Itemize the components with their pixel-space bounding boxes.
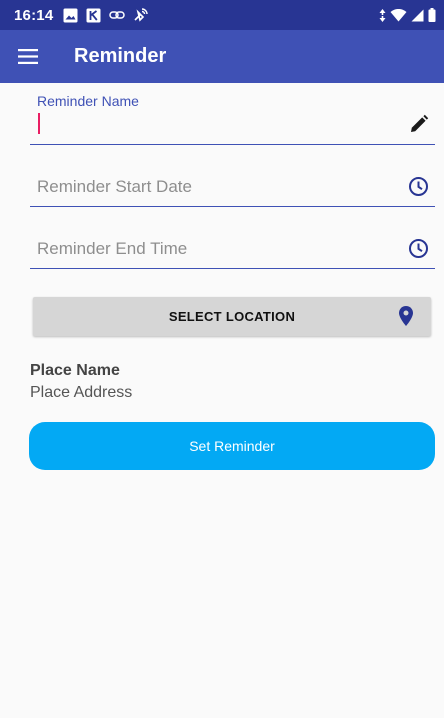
data-arrows-icon xyxy=(379,8,386,22)
satellite-icon xyxy=(133,7,149,23)
wifi-icon xyxy=(390,8,407,22)
clock-icon[interactable] xyxy=(408,176,429,197)
link-icon xyxy=(109,9,126,21)
set-reminder-button[interactable]: Set Reminder xyxy=(29,422,435,470)
status-bar: 16:14 xyxy=(0,0,444,30)
reminder-name-label: Reminder Name xyxy=(37,93,139,109)
set-reminder-label: Set Reminder xyxy=(189,438,275,454)
page-title: Reminder xyxy=(74,45,167,67)
hamburger-menu-icon[interactable] xyxy=(2,30,54,83)
signal-icon xyxy=(411,9,424,22)
place-address: Place Address xyxy=(30,384,133,401)
select-location-label: SELECT LOCATION xyxy=(168,309,296,324)
k-app-icon xyxy=(86,8,101,23)
status-notification-icons xyxy=(63,7,149,23)
reminder-start-date-placeholder: Reminder Start Date xyxy=(37,177,192,196)
app-bar: Reminder xyxy=(0,30,444,83)
select-location-button[interactable]: SELECT LOCATION xyxy=(33,297,431,336)
image-icon xyxy=(63,8,78,23)
location-pin-icon xyxy=(399,306,413,331)
pencil-icon[interactable] xyxy=(409,114,429,134)
status-system-icons xyxy=(379,0,436,30)
reminder-start-date-field[interactable]: Reminder Start Date xyxy=(30,160,435,207)
status-time: 16:14 xyxy=(14,6,54,24)
battery-icon xyxy=(428,8,436,22)
reminder-name-field[interactable]: Reminder Name xyxy=(30,83,435,145)
reminder-name-input[interactable] xyxy=(37,113,367,135)
reminder-end-time-placeholder: Reminder End Time xyxy=(37,239,188,258)
clock-icon[interactable] xyxy=(408,238,429,259)
reminder-end-time-field[interactable]: Reminder End Time xyxy=(30,222,435,269)
place-name: Place Name xyxy=(30,362,120,379)
